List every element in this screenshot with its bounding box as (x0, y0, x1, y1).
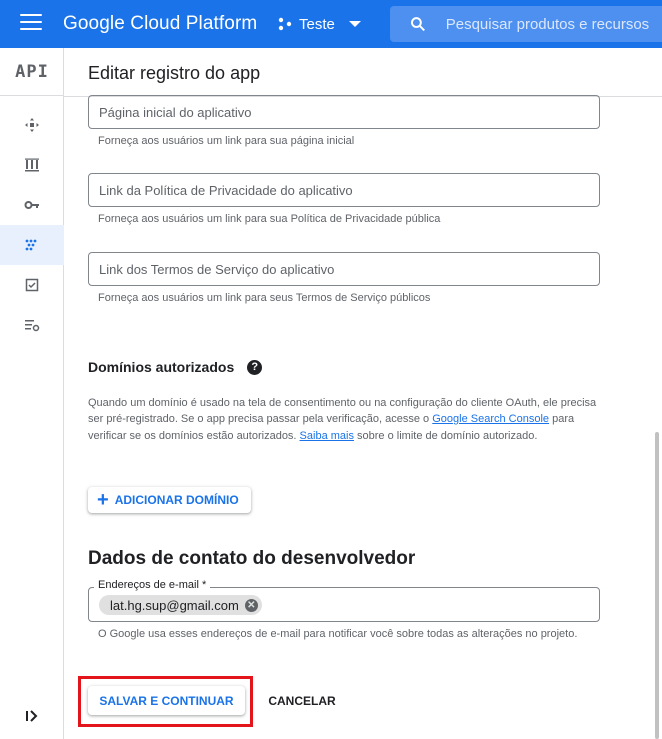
sidebar-item-credentials[interactable] (0, 185, 64, 225)
desc-text-3: sobre o limite de domínio autorizado. (353, 429, 538, 442)
help-icon[interactable]: ? (247, 359, 263, 375)
checkbox-icon (25, 278, 39, 292)
page-title: Editar registro do app (88, 63, 261, 83)
terms-of-service-field[interactable] (88, 252, 600, 286)
consent-screen-icon (25, 239, 37, 251)
plus-icon: + (97, 489, 109, 511)
email-hint: O Google usa esses endereços de e-mail p… (98, 628, 578, 640)
page-header: Editar registro do app (64, 48, 662, 97)
menu-icon[interactable] (20, 14, 42, 32)
developer-contact-title: Dados de contato do desenvolvedor (88, 548, 416, 569)
homepage-hint: Forneça aos usuários um link para sua pá… (98, 135, 355, 147)
authorized-domains-label: Domínios autorizados (88, 359, 235, 375)
library-icon (25, 158, 39, 172)
terms-of-service-input[interactable] (89, 253, 599, 285)
homepage-field[interactable] (88, 95, 600, 129)
learn-more-link[interactable]: Saiba mais (300, 430, 354, 442)
google-search-console-link[interactable]: Google Search Console (432, 413, 549, 425)
project-name: Teste (299, 15, 335, 33)
privacy-policy-field[interactable] (88, 173, 600, 207)
homepage-input[interactable] (89, 96, 599, 128)
add-domain-label: ADICIONAR DOMÍNIO (114, 493, 239, 507)
search-input[interactable] (445, 15, 662, 33)
authorized-domains-title: Domínios autorizados ? (88, 359, 263, 375)
brand-title[interactable]: Google Cloud Platform (63, 13, 257, 35)
sidebar-item-library[interactable] (0, 145, 64, 185)
add-domain-button[interactable]: + ADICIONAR DOMÍNIO (88, 487, 251, 513)
privacy-policy-hint: Forneça aos usuários um link para sua Po… (98, 213, 441, 225)
sidebar-item-consent-screen[interactable] (0, 225, 64, 265)
sidebar-item-page-usage[interactable] (0, 305, 64, 345)
terms-of-service-hint: Forneça aos usuários um link para seus T… (98, 292, 431, 304)
key-icon (24, 201, 39, 209)
project-dots-icon (278, 17, 292, 31)
project-selector[interactable]: Teste (278, 14, 361, 34)
settings-list-icon (25, 320, 40, 332)
email-chip: lat.hg.sup@gmail.com ✕ (99, 595, 262, 615)
sidebar-item-dashboard[interactable] (0, 105, 64, 145)
expand-sidebar-icon[interactable] (24, 708, 40, 724)
sidebar-item-domain-verification[interactable] (0, 265, 64, 305)
chevron-down-icon (348, 21, 361, 27)
api-logo: API (0, 48, 64, 96)
scrollbar[interactable] (655, 432, 659, 739)
dashboard-icon (25, 118, 39, 132)
close-icon[interactable]: ✕ (244, 598, 258, 612)
search-bar[interactable] (390, 6, 662, 42)
email-chip-text: lat.hg.sup@gmail.com (110, 597, 239, 613)
privacy-policy-input[interactable] (89, 174, 599, 206)
sidebar: API (0, 48, 64, 739)
top-app-bar: Google Cloud Platform Teste (0, 0, 662, 48)
save-and-continue-button[interactable]: SALVAR E CONTINUAR (88, 686, 245, 715)
email-addresses-label: Endereços de e-mail * (94, 579, 211, 591)
cancel-button[interactable]: CANCELAR (262, 686, 342, 715)
authorized-domains-description: Quando um domínio é usado na tela de con… (88, 395, 600, 444)
search-icon (410, 17, 425, 32)
